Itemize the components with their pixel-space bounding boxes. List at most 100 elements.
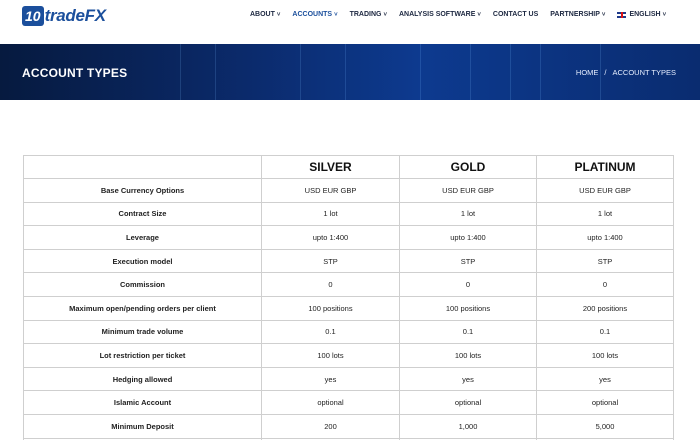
breadcrumb-separator: / <box>604 68 607 77</box>
table-cell: 1,000 <box>399 413 537 439</box>
table-cell: STP <box>536 248 674 274</box>
account-comparison-table: SILVER GOLD PLATINUM Base Currency Optio… <box>23 155 674 440</box>
table-cell: STP <box>399 248 537 274</box>
nav-item-label: ACCOUNTS <box>292 11 333 18</box>
column-header-platinum: PLATINUM <box>536 155 674 179</box>
table-cell: optional <box>399 390 537 415</box>
table-cell: 0 <box>261 272 400 297</box>
table-cell: 200 positions <box>536 295 674 321</box>
row-label: Base Currency Options <box>23 178 262 203</box>
table-cell: USD EUR GBP <box>261 178 400 203</box>
table-cell: yes <box>399 366 537 392</box>
chevron-down-icon: ˅ <box>383 11 387 18</box>
table-cell: 0 <box>399 272 537 297</box>
column-header-silver: SILVER <box>261 155 400 179</box>
chevron-down-icon: ˅ <box>334 11 338 18</box>
row-label: Leverage <box>23 225 262 250</box>
table-cell: 100 lots <box>261 343 400 368</box>
row-label: Minimum trade volume <box>23 319 262 345</box>
table-cell: yes <box>536 366 674 392</box>
breadcrumb: HOME / ACCOUNT TYPES <box>576 68 676 77</box>
breadcrumb-current: ACCOUNT TYPES <box>612 68 677 77</box>
table-cell: 1 lot <box>536 201 674 227</box>
table-cell: 0.1 <box>261 319 400 345</box>
banner-decor-line <box>215 44 216 100</box>
logo-badge: 10 <box>22 6 44 26</box>
table-row: Minimum Deposit 200 1,000 5,000 <box>23 413 674 439</box>
nav-item-label: TRADING <box>349 11 382 18</box>
breadcrumb-home-link[interactable]: HOME <box>576 68 599 77</box>
banner-decor-line <box>470 44 471 100</box>
row-label: Contract Size <box>23 201 262 227</box>
nav-item-analysis-software[interactable]: ANALYSIS SOFTWARE ˅ <box>399 11 481 18</box>
table-cell: USD EUR GBP <box>536 178 674 203</box>
table-cell: upto 1:400 <box>261 225 400 250</box>
nav-item-accounts[interactable]: ACCOUNTS ˅ <box>292 11 337 18</box>
chevron-down-icon: ˅ <box>477 11 481 18</box>
table-cell: 100 lots <box>399 343 537 368</box>
banner-decor-line <box>420 44 421 100</box>
row-label: Commission <box>23 272 262 297</box>
table-cell: 5,000 <box>536 413 674 439</box>
banner-decor-line <box>180 44 181 100</box>
row-label: Lot restriction per ticket <box>23 343 262 368</box>
table-header-blank <box>23 155 262 179</box>
table-row: Contract Size 1 lot 1 lot 1 lot <box>23 201 674 227</box>
nav-item-about[interactable]: ABOUT ˅ <box>250 11 280 18</box>
row-label: Minimum Deposit <box>23 413 262 439</box>
column-header-gold: GOLD <box>399 155 537 179</box>
banner-decor-line <box>540 44 541 100</box>
page-banner: ACCOUNT TYPES HOME / ACCOUNT TYPES <box>0 44 700 100</box>
table-cell: 100 positions <box>399 295 537 321</box>
table-cell: 0 <box>536 272 674 297</box>
row-label: Execution model <box>23 248 262 274</box>
banner-decor-line <box>345 44 346 100</box>
table-cell: optional <box>536 390 674 415</box>
table-header-row: SILVER GOLD PLATINUM <box>23 155 674 179</box>
table-cell: 100 lots <box>536 343 674 368</box>
table-cell: USD EUR GBP <box>399 178 537 203</box>
table-cell: yes <box>261 366 400 392</box>
nav-item-label: ABOUT <box>250 11 275 18</box>
site-logo[interactable]: 10 tradeFX <box>22 5 106 27</box>
table-row: Islamic Account optional optional optional <box>23 390 674 415</box>
chevron-down-icon: ˅ <box>276 11 281 18</box>
table-row: Execution model STP STP STP <box>23 248 674 274</box>
nav-item-label: ENGLISH <box>629 11 661 18</box>
banner-decor-line <box>510 44 511 100</box>
table-row: Hedging allowed yes yes yes <box>23 366 674 392</box>
page-title: ACCOUNT TYPES <box>22 66 128 80</box>
chevron-down-icon: ˅ <box>601 11 606 18</box>
table-cell: 100 positions <box>261 295 400 321</box>
nav-item-label: PARTNERSHIP <box>550 11 600 18</box>
nav-item-label: CONTACT US <box>492 11 539 18</box>
table-cell: 1 lot <box>399 201 537 227</box>
table-row: Minimum trade volume 0.1 0.1 0.1 <box>23 319 674 345</box>
table-cell: 200 <box>261 413 400 439</box>
nav-item-contact-us[interactable]: CONTACT US <box>493 11 538 18</box>
table-cell: upto 1:400 <box>399 225 537 250</box>
row-label: Maximum open/pending orders per client <box>23 295 262 321</box>
table-cell: 0.1 <box>536 319 674 345</box>
top-navigation-bar: 10 tradeFX ABOUT ˅ ACCOUNTS ˅ TRADING ˅ ANALYS… <box>0 0 700 44</box>
nav-item-english[interactable]: ENGLISH ˅ <box>617 11 666 18</box>
table-cell: 1 lot <box>261 201 400 227</box>
table-row: Commission 0 0 0 <box>23 272 674 297</box>
table-row: Leverage upto 1:400 upto 1:400 upto 1:400 <box>23 225 674 250</box>
uk-flag-icon <box>617 11 627 18</box>
row-label: Hedging allowed <box>23 366 262 392</box>
main-menu: ABOUT ˅ ACCOUNTS ˅ TRADING ˅ ANALYSIS SOFTWARE… <box>250 11 678 18</box>
table-cell: optional <box>261 390 400 415</box>
nav-item-partnership[interactable]: PARTNERSHIP ˅ <box>550 11 605 18</box>
chevron-down-icon: ˅ <box>662 11 667 18</box>
nav-item-label: ANALYSIS SOFTWARE <box>399 11 476 18</box>
table-row: Maximum open/pending orders per client 10… <box>23 295 674 321</box>
logo-wordmark: tradeFX <box>44 6 107 25</box>
table-row: Lot restriction per ticket 100 lots 100 lo… <box>23 343 674 368</box>
table-cell: upto 1:400 <box>536 225 674 250</box>
table-cell: STP <box>261 248 400 274</box>
banner-decor-line <box>300 44 301 100</box>
table-cell: 0.1 <box>399 319 537 345</box>
row-label: Islamic Account <box>23 390 262 415</box>
nav-item-trading[interactable]: TRADING ˅ <box>350 11 387 18</box>
